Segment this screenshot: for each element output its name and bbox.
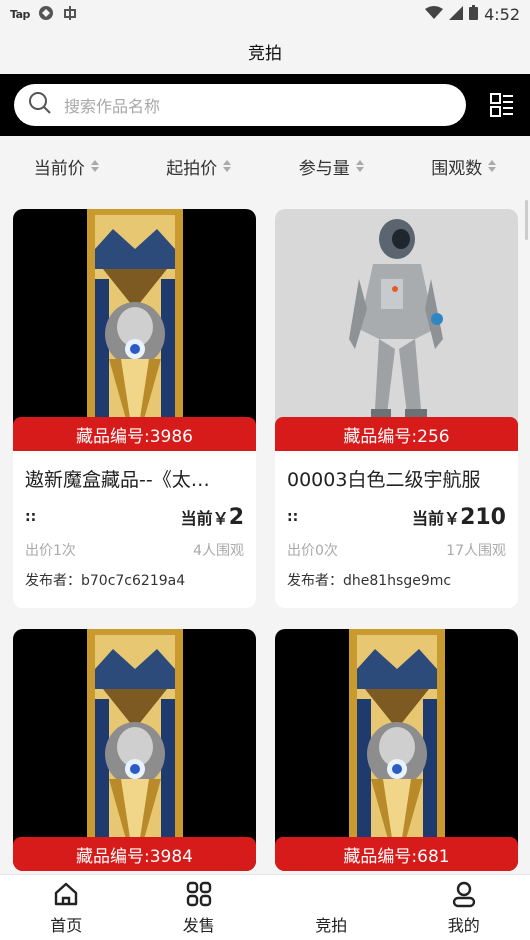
sort-label: 围观数 [431,158,483,179]
item-image-astronaut: 藏品编号:256 [275,209,518,451]
item-views: 4人围观 [193,543,244,559]
grid-icon [185,880,213,908]
item-bids: 出价1次 [25,543,76,559]
item-dots: :: [287,509,299,525]
home-icon [52,880,80,908]
app-indicator: Tap [10,7,30,21]
auction-card[interactable]: 藏品编号:3986 遨新魔盒藏品--《太… :: 当前￥2 出价1次 4人围观 … [13,209,256,608]
item-image-mecha: 藏品编号:3984 [13,629,256,871]
sort-arrows-icon [223,160,232,172]
search-placeholder: 搜索作品名称 [64,97,161,116]
auction-list[interactable]: 藏品编号:3986 遨新魔盒藏品--《太… :: 当前￥2 出价1次 4人围观 … [0,196,530,874]
sort-arrows-icon [90,160,99,172]
sort-arrows-icon [488,160,497,172]
search-input[interactable]: 搜索作品名称 [14,84,466,126]
tab-label: 首页 [50,915,83,935]
bottom-tab-bar: 首页 发售 竞拍 我的 [0,874,530,940]
sort-arrows-icon [355,160,364,172]
item-dots: :: [25,509,37,525]
price-value: 210 [460,504,506,530]
item-views: 17人围观 [446,543,506,559]
item-price: 当前￥210 [412,505,506,530]
tab-label: 竞拍 [315,915,348,935]
page-header: 竞拍 [0,28,530,74]
sort-participation[interactable]: 参与量 [265,154,398,179]
sync-icon [38,5,54,24]
sort-bar: 当前价 起拍价 参与量 围观数 [0,136,530,196]
item-name: 遨新魔盒藏品--《太… [25,469,210,491]
bug-icon [62,5,78,24]
item-publisher: 发布者：dhe81hsge9mc [287,573,452,589]
tab-auction[interactable]: 竞拍 [265,875,398,940]
price-label: 当前￥ [412,508,461,528]
user-icon [450,880,478,908]
wifi-icon [425,5,444,24]
price-value: 2 [228,504,244,530]
battery-icon [469,4,479,24]
item-bids: 出价0次 [287,543,338,559]
clock-time: 4:52 [484,4,520,24]
search-icon [28,91,52,119]
sort-current-price[interactable]: 当前价 [0,154,133,179]
page-title: 竞拍 [248,43,282,64]
status-bar: Tap 4:52 [0,0,530,28]
item-image-mecha: 藏品编号:681 [275,629,518,871]
item-publisher: 发布者：b70c7c6219a4 [25,573,186,589]
tab-label: 发售 [182,915,215,935]
item-name: 00003白色二级宇航服 [287,469,481,491]
item-number-tag: 藏品编号:256 [275,417,518,451]
sort-label: 当前价 [33,158,85,179]
tab-sale[interactable]: 发售 [133,875,266,940]
item-number-tag: 藏品编号:3986 [13,417,256,451]
item-number-tag: 藏品编号:681 [275,837,518,871]
layout-toggle-button[interactable] [488,91,516,119]
item-image-mecha: 藏品编号:3986 [13,209,256,451]
search-bar: 搜索作品名称 [0,74,530,136]
price-label: 当前￥ [180,508,229,528]
sort-start-price[interactable]: 起拍价 [133,154,266,179]
auction-card[interactable]: 藏品编号:256 00003白色二级宇航服 :: 当前￥210 出价0次 17人… [275,209,518,608]
signal-icon [449,5,464,24]
sort-views[interactable]: 围观数 [398,154,530,179]
scrollbar[interactable] [525,200,528,240]
list-grid-icon [490,93,513,117]
auction-card[interactable]: 藏品编号:3984 [13,629,256,871]
tab-label: 我的 [447,915,480,935]
sort-label: 起拍价 [166,158,218,179]
tab-mine[interactable]: 我的 [398,875,530,940]
auction-card[interactable]: 藏品编号:681 [275,629,518,871]
sort-label: 参与量 [298,158,350,179]
tab-home[interactable]: 首页 [0,875,133,940]
item-price: 当前￥2 [181,505,244,530]
item-number-tag: 藏品编号:3984 [13,837,256,871]
